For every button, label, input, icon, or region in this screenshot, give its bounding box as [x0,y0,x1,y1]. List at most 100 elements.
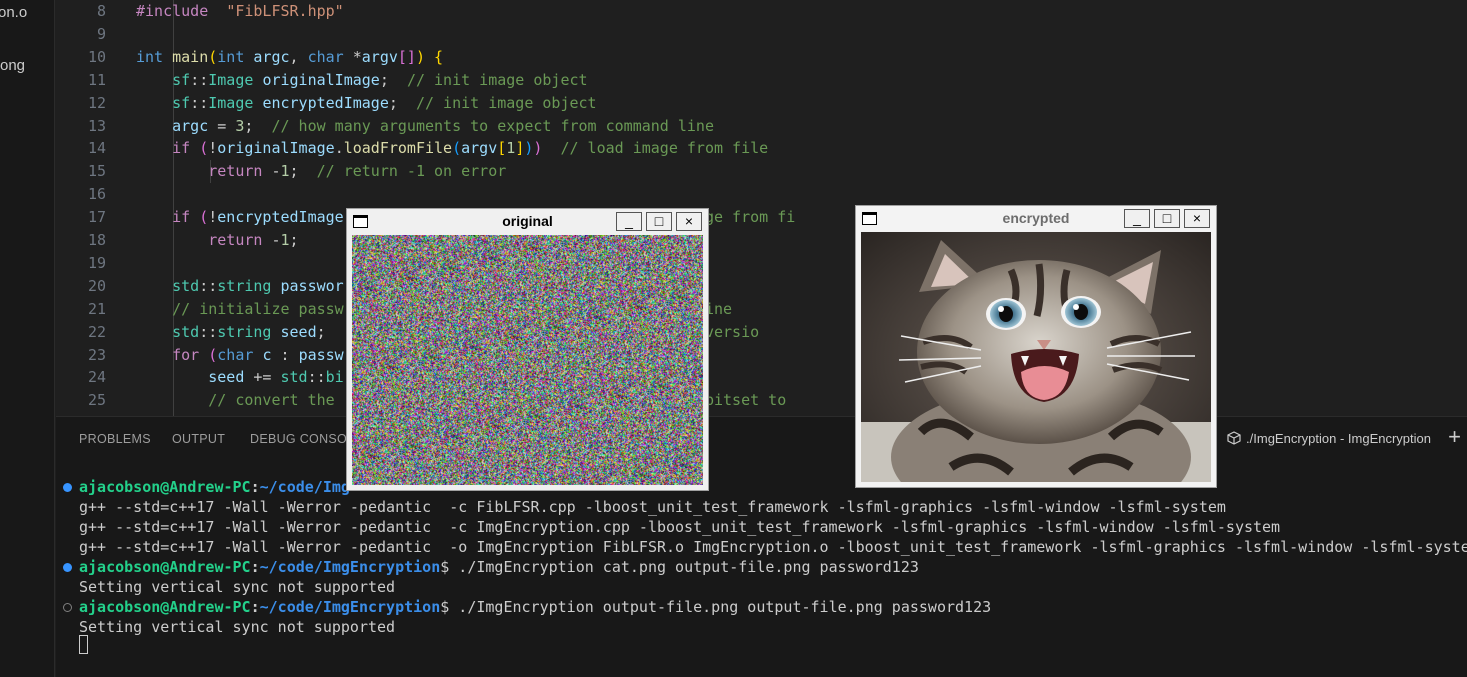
code-line[interactable]: 25 // convert the g the bitset to [56,389,1467,412]
code-token: :: [190,93,209,112]
code-line[interactable]: 12 sf::Image encryptedImage; // init ima… [56,92,1467,115]
line-number: 20 [87,276,106,295]
code-token: encryptedImage [217,208,344,227]
code-line[interactable]: 16 [56,183,1467,206]
code-line[interactable]: 23 for (char c : passw d string [56,344,1467,367]
code-line[interactable]: 17 if (!encryptedImage ed image from fi [56,206,1467,229]
new-terminal-button[interactable]: + [1448,426,1461,448]
maximize-button[interactable]: □ [646,212,672,231]
code-token: for [172,345,200,364]
code-line[interactable]: 21 // initialize passw and line [56,298,1467,321]
code-token: return [208,231,263,249]
code-text: if (!originalImage.loadFromFile(argv[1])… [136,137,768,160]
minimize-button[interactable]: _ [616,212,642,231]
code-line[interactable]: 22 std::string seed; bitset conversio [56,321,1467,344]
window-titlebar[interactable]: encrypted _ □ × [856,206,1216,232]
line-number: 21 [87,299,106,318]
terminal-line: g++ --std=c++17 -Wall -Werror -pedantic … [79,518,1281,536]
line-number: 22 [87,322,106,341]
command-status-icon[interactable] [63,603,72,612]
code-token: Image [208,93,254,112]
code-token: // init image object [406,70,588,89]
terminal-line: ajacobson@Andrew-PC:~/code/Img [79,477,350,497]
line-number: 12 [87,93,106,112]
code-token: if [172,208,191,227]
line-number: 19 [87,253,106,272]
code-token: argv [461,139,498,158]
code-token: int [136,47,164,66]
code-token: std [172,276,200,295]
code-line[interactable]: 11 sf::Image originalImage; // init imag… [56,69,1467,92]
tab-output[interactable]: OUTPUT [172,432,225,446]
kitten-image [861,232,1211,482]
terminal-profile-icon [1227,431,1241,445]
line-number: 11 [87,70,106,89]
code-text: seed += std::bi [136,366,344,389]
command-status-icon[interactable] [63,563,72,572]
code-token: string [217,322,272,341]
prompt-command: $ ./ImgEncryption output-file.png output… [440,598,992,616]
terminal-title[interactable]: ./ImgEncryption - ImgEncryption [1246,431,1431,446]
sidebar-file-item[interactable]: ong [0,57,25,74]
code-line[interactable]: 9 [56,23,1467,46]
code-token: ! [208,208,218,227]
code-line[interactable]: 24 seed += std::bi [56,366,1467,389]
window-encrypted[interactable]: encrypted _ □ × [855,205,1217,488]
code-token: string [217,276,272,295]
tab-problems[interactable]: PROBLEMS [79,432,151,446]
terminal-line: g++ --std=c++17 -Wall -Werror -pedantic … [79,538,1467,556]
code-token: int [217,47,245,66]
code-editor[interactable]: 8 #include "FibLFSR.hpp" 9 10 int main(int a… [56,0,1467,416]
prompt-separator: : [250,558,260,576]
terminal-line: ajacobson@Andrew-PC:~/code/ImgEncryption… [79,597,991,617]
code-line[interactable]: 19 [56,252,1467,275]
command-status-icon[interactable] [63,483,72,492]
code-token: char [217,345,254,364]
sidebar-file-item[interactable]: on.o [0,4,27,21]
code-token: 1 [280,162,290,181]
code-token: // return -1 on error [316,162,507,181]
prompt-path: ~/code/Img [259,478,350,496]
code-token: * [343,47,362,66]
code-token: // how many arguments to expect from com… [271,116,714,135]
code-token: encryptedImage [262,93,389,112]
window-titlebar[interactable]: original _ □ × [347,209,708,235]
close-button[interactable]: × [676,212,702,231]
code-line[interactable]: 15 return -1; // return -1 on error [56,160,1467,183]
code-text: return -1; // return -1 on error [136,160,506,183]
code-token: originalImage [217,139,335,158]
code-token: [] [397,47,416,66]
code-line[interactable]: 14 if (!originalImage.loadFromFile(argv[… [56,137,1467,160]
code-token: #include [136,2,209,20]
code-token: bi [325,368,344,387]
code-token: 1 [506,139,516,158]
minimize-button[interactable]: _ [1124,209,1150,228]
code-line[interactable]: 13 argc = 3; // how many arguments to ex… [56,115,1467,138]
window-original[interactable]: original _ □ × [346,208,709,491]
terminal-line: ajacobson@Andrew-PC:~/code/ImgEncryption… [79,557,919,577]
code-token: ! [208,139,218,158]
code-token: [ [497,139,507,158]
line-number: 10 [87,47,106,66]
code-token: : [271,345,299,364]
close-button[interactable]: × [1184,209,1210,228]
terminal-line: Setting vertical sync not supported [79,578,396,596]
code-token: :: [199,322,218,341]
code-token: sf [172,93,191,112]
code-line[interactable]: 10 int main(int argc, char *argv[]) { [56,46,1467,69]
code-token: ] [515,139,525,158]
code-token: return [208,162,263,181]
maximize-button[interactable]: □ [1154,209,1180,228]
code-line[interactable]: 8 #include "FibLFSR.hpp" [56,0,1467,23]
code-line[interactable]: 20 std::string passwor [56,275,1467,298]
code-token: seed [280,322,317,341]
code-line[interactable]: 18 return -1; error [56,229,1467,252]
